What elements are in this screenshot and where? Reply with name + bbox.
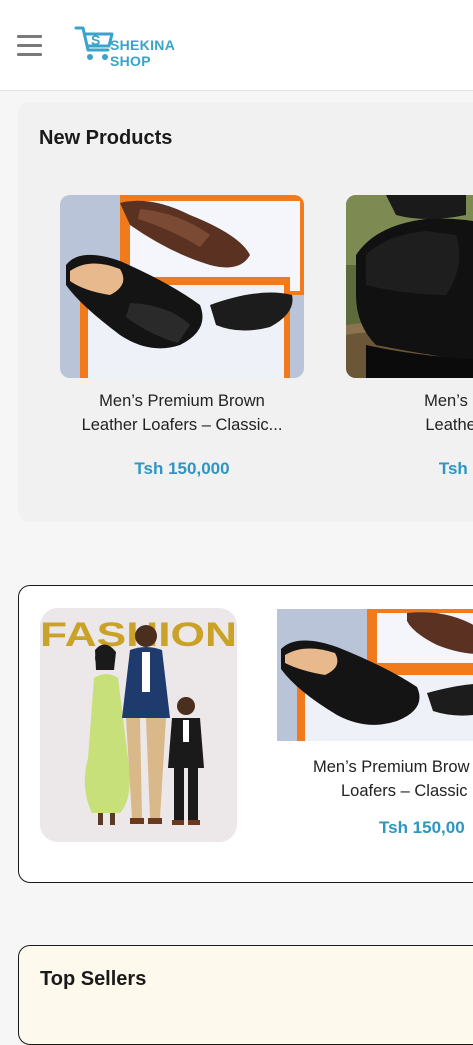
app-header: S SHEKINA SHOP	[0, 0, 473, 91]
product-name-line-2: Loafers – Classic S	[341, 782, 473, 800]
product-image-black-derby[interactable]	[346, 195, 473, 378]
product-name-line-2: Leather Loafers – Classic...	[81, 416, 283, 434]
product-card[interactable]: Men’s Prem Leather For Tsh 15(	[346, 195, 473, 495]
svg-text:S: S	[91, 32, 100, 48]
new-products-section: New Products Men’s Premium Brown Leather…	[18, 102, 473, 522]
product-name-line-1: Men’s Prem	[424, 392, 473, 410]
product-card[interactable]: Men’s Premium Brow Loafers – Classic S T…	[277, 609, 473, 869]
top-sellers-section: Top Sellers	[18, 945, 473, 1045]
hamburger-menu-icon[interactable]	[17, 35, 42, 57]
product-card[interactable]: Men’s Premium Brown Leather Loafers – Cl…	[60, 195, 304, 495]
product-image-brown-loafers[interactable]	[60, 195, 304, 378]
promo-banner[interactable]: FASHION	[18, 585, 473, 883]
product-name-line-1: Men’s Premium Brow	[313, 758, 470, 776]
product-price: Tsh 15(	[438, 459, 473, 478]
section-title-new-products: New Products	[39, 127, 173, 149]
brand-name: SHEKINA SHOP	[110, 37, 175, 69]
product-name-line-1: Men’s Premium Brown	[99, 392, 265, 410]
product-name-line-2: Leather For	[425, 416, 473, 434]
shop-logo[interactable]: S SHEKINA SHOP	[74, 24, 214, 69]
product-price: Tsh 150,000	[134, 459, 230, 478]
fashion-illustration: FASHION	[40, 608, 237, 842]
product-price: Tsh 150,00	[379, 818, 465, 837]
section-title-top-sellers: Top Sellers	[40, 968, 147, 990]
product-image-brown-loafers[interactable]	[277, 609, 473, 741]
